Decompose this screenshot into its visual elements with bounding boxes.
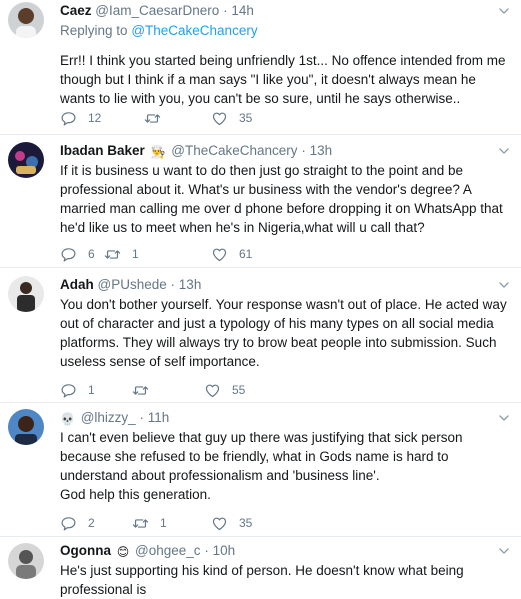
- separator: ·: [139, 410, 144, 425]
- display-name[interactable]: Ogonna: [60, 543, 111, 558]
- display-name[interactable]: Caez: [60, 3, 92, 18]
- separator: ·: [223, 3, 228, 18]
- retweet-count: 1: [160, 516, 167, 530]
- retweet-icon: [132, 382, 149, 399]
- reply-icon: [60, 515, 77, 532]
- user-handle[interactable]: @TheCakeChancery: [171, 143, 297, 158]
- tweet-header: Caez @Iam_CaesarDnero · 14h: [60, 2, 511, 20]
- reply-button[interactable]: 12: [60, 108, 101, 128]
- chevron-down-icon[interactable]: [497, 411, 511, 425]
- avatar[interactable]: [8, 543, 44, 579]
- tweet[interactable]: Ibadan Baker 👨‍🍳 @TheCakeChancery · 13h …: [0, 135, 521, 268]
- tweet[interactable]: Caez @Iam_CaesarDnero · 14h Replying to …: [0, 0, 521, 135]
- like-count: 35: [239, 516, 253, 530]
- tweet-text: You don't bother yourself. Your response…: [60, 297, 507, 369]
- retweet-icon: [144, 110, 161, 127]
- retweet-button[interactable]: [132, 380, 160, 400]
- separator: ·: [204, 543, 209, 558]
- tweet-text: I can't even believe that guy up there w…: [60, 430, 463, 502]
- reply-button[interactable]: 1: [60, 380, 95, 400]
- reply-icon: [60, 382, 77, 399]
- timestamp[interactable]: 14h: [231, 3, 254, 18]
- reply-button[interactable]: 2: [60, 513, 95, 533]
- tweet-header: 💀 @lhizzy_ · 11h: [60, 409, 511, 427]
- reply-prefix: Replying to: [60, 23, 128, 38]
- heart-icon: [211, 110, 228, 127]
- display-name[interactable]: Adah: [60, 277, 94, 292]
- like-count: 61: [239, 247, 253, 261]
- user-handle[interactable]: @lhizzy_: [81, 410, 136, 425]
- avatar[interactable]: [8, 276, 44, 312]
- tweet-actions: 6 1 61: [60, 244, 420, 264]
- tweet[interactable]: Ogonna 😊 @ohgee_c · 10h He's just suppor…: [0, 537, 521, 597]
- retweet-button[interactable]: 1: [104, 244, 139, 264]
- tweet[interactable]: Adah @PUshede · 13h You don't bother you…: [0, 268, 521, 403]
- like-count: 35: [239, 111, 253, 125]
- heart-icon: [211, 246, 228, 263]
- retweet-count: 1: [132, 247, 139, 261]
- timestamp[interactable]: 13h: [310, 143, 333, 158]
- reply-count: 6: [88, 247, 95, 261]
- chevron-down-icon[interactable]: [497, 144, 511, 158]
- tweet-header: Adah @PUshede · 13h: [60, 276, 511, 294]
- tweet-text: If it is business u want to do then just…: [60, 163, 503, 235]
- heart-icon: [204, 382, 221, 399]
- user-handle[interactable]: @Iam_CaesarDnero: [95, 3, 219, 18]
- chef-emoji: 👨‍🍳: [150, 145, 166, 159]
- reply-icon: [60, 246, 77, 263]
- reply-button[interactable]: 6: [60, 244, 95, 264]
- timestamp[interactable]: 11h: [148, 410, 170, 425]
- retweet-icon: [104, 246, 121, 263]
- chevron-down-icon[interactable]: [497, 544, 511, 558]
- timestamp[interactable]: 13h: [179, 277, 202, 292]
- separator: ·: [170, 277, 176, 292]
- like-count: 55: [232, 383, 246, 397]
- tweet-text: He's just supporting his kind of person.…: [60, 563, 464, 597]
- retweet-icon: [132, 515, 149, 532]
- tweet-header: Ibadan Baker 👨‍🍳 @TheCakeChancery · 13h: [60, 142, 511, 160]
- user-handle[interactable]: @PUshede: [98, 277, 167, 292]
- tweet-actions: 12 35: [60, 108, 420, 128]
- like-button[interactable]: 35: [211, 108, 252, 128]
- tweet[interactable]: 💀 @lhizzy_ · 11h I can't even believe th…: [0, 403, 521, 537]
- reply-count: 12: [88, 111, 102, 125]
- like-button[interactable]: 35: [211, 513, 252, 533]
- avatar[interactable]: [8, 409, 44, 445]
- like-button[interactable]: 61: [211, 244, 252, 264]
- tweet-header: Ogonna 😊 @ohgee_c · 10h: [60, 542, 511, 560]
- chevron-down-icon[interactable]: [497, 278, 511, 292]
- like-button[interactable]: 55: [204, 380, 245, 400]
- reply-context: Replying to @TheCakeChancery: [60, 22, 511, 40]
- reply-count: 1: [88, 383, 95, 397]
- timestamp[interactable]: 10h: [213, 543, 236, 558]
- tweet-text: Err!! I think you started being unfriend…: [60, 53, 506, 106]
- avatar[interactable]: [8, 142, 44, 178]
- display-name[interactable]: Ibadan Baker: [60, 143, 145, 158]
- retweet-button[interactable]: 1: [132, 513, 167, 533]
- reply-icon: [60, 110, 77, 127]
- smile-emoji: 😊: [116, 545, 130, 559]
- tweet-actions: 1 55: [60, 380, 420, 400]
- reply-count: 2: [88, 516, 95, 530]
- tweet-actions: 2 1 35: [60, 513, 420, 533]
- retweet-button[interactable]: [144, 108, 172, 128]
- skull-emoji: 💀: [60, 412, 75, 426]
- avatar[interactable]: [8, 2, 44, 38]
- separator: ·: [301, 143, 306, 158]
- chevron-down-icon[interactable]: [497, 4, 511, 18]
- heart-icon: [211, 515, 228, 532]
- reply-to-link[interactable]: @TheCakeChancery: [131, 23, 257, 38]
- user-handle[interactable]: @ohgee_c: [135, 543, 201, 558]
